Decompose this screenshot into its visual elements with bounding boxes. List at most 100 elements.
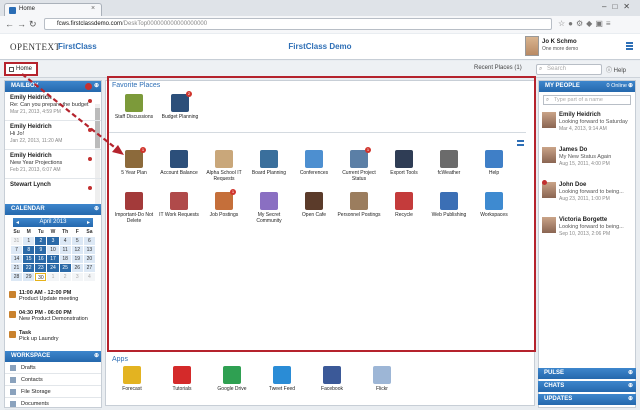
url-input[interactable]: fcws.firstclassdemo.com/DeskTop000000000… (44, 18, 552, 30)
tool-item[interactable]: Account Balance (157, 150, 201, 176)
panel-chats[interactable]: CHATS ⊕ (538, 381, 636, 392)
tool-item[interactable]: 1 Current Project Status (337, 147, 381, 182)
mail-item[interactable]: Emily Heidrich Re: Can you prepare the bu… (5, 92, 101, 121)
mailbox-header[interactable]: MAILBOX ⊕ (5, 81, 101, 92)
calendar-day[interactable]: 26 (71, 264, 83, 272)
user-avatar[interactable] (525, 36, 539, 56)
tool-item[interactable]: Workspaces (472, 192, 516, 218)
calendar-day[interactable]: 23 (35, 264, 47, 272)
favorite-place[interactable]: 2 Budget Planning (158, 91, 202, 120)
calendar-day[interactable]: 22 (23, 264, 35, 272)
calendar-day[interactable]: 6 (83, 237, 95, 245)
user-status[interactable]: One more demo (542, 46, 578, 52)
recent-places-button[interactable]: Recent Places (1) (474, 65, 522, 71)
browser-tab[interactable]: Home × (4, 3, 102, 16)
tool-item[interactable]: Recycle (382, 192, 426, 218)
tool-item[interactable]: Web Publishing (427, 192, 471, 218)
add-icon[interactable]: ⊕ (628, 395, 633, 402)
calendar-day[interactable]: 4 (83, 273, 95, 281)
calendar-header[interactable]: CALENDAR ⊕ (5, 204, 101, 215)
calendar-day[interactable]: 11 (59, 246, 71, 254)
add-icon[interactable]: ⊕ (628, 369, 633, 376)
close-tab-icon[interactable]: × (91, 5, 95, 12)
calendar-day[interactable]: 21 (11, 264, 23, 272)
calendar-day[interactable]: 24 (47, 264, 59, 272)
calendar-day[interactable]: 20 (83, 255, 95, 263)
calendar-day[interactable]: 4 (59, 237, 71, 245)
tool-item[interactable]: Personnel Postings (337, 192, 381, 218)
calendar-event[interactable]: Task Pick up Laundry (5, 327, 101, 347)
calendar-day[interactable]: 13 (83, 246, 95, 254)
calendar-day[interactable]: 29 (23, 273, 35, 281)
tool-item[interactable]: Help (472, 150, 516, 176)
calendar-event[interactable]: 11:00 AM - 12:00 PM Product Update meetin… (5, 287, 101, 307)
calendar-day[interactable]: 7 (11, 246, 23, 254)
view-options-icon[interactable] (517, 140, 524, 146)
tool-item[interactable]: fcWeather (427, 150, 471, 176)
window-controls[interactable]: –□✕ (602, 2, 636, 11)
calendar-day[interactable]: 28 (11, 273, 23, 281)
calendar-day[interactable]: 30 (35, 273, 47, 281)
calendar-day[interactable]: 16 (35, 255, 47, 263)
tool-item[interactable]: Conferences (292, 150, 336, 176)
tool-item[interactable]: Open Cafe (292, 192, 336, 218)
workspace-item[interactable]: File Storage (5, 386, 101, 398)
people-header[interactable]: MY PEOPLE 0 Online ⊕ (539, 81, 635, 92)
workspace-item[interactable]: Documents (5, 398, 101, 410)
calendar-day[interactable]: 14 (11, 255, 23, 263)
workspace-item[interactable]: Drafts (5, 362, 101, 374)
calendar-day[interactable]: 19 (71, 255, 83, 263)
tool-item[interactable]: 1 Job Postings (202, 189, 246, 218)
app-item[interactable]: Facebook (310, 366, 354, 392)
calendar-day[interactable]: 1 (47, 273, 59, 281)
calendar-day[interactable]: 2 (59, 273, 71, 281)
calendar-day[interactable]: 8 (23, 246, 35, 254)
add-icon[interactable]: ⊕ (94, 82, 99, 89)
app-item[interactable]: Forecast (110, 366, 154, 392)
person-item[interactable]: Victoria Borgette Looking forward to bein… (539, 213, 635, 248)
calendar-day[interactable]: 31 (11, 237, 23, 245)
main-menu-icon[interactable] (626, 42, 633, 50)
tool-item[interactable]: Alpha School IT Requests (202, 150, 246, 182)
tool-item[interactable]: 1 5 Year Plan (112, 147, 156, 176)
next-month-icon[interactable]: ▸ (87, 219, 90, 226)
reload-icon[interactable]: ↻ (29, 19, 37, 30)
workspace-header[interactable]: WORKSPACE ⊕ (5, 351, 101, 362)
calendar-event[interactable]: 04:30 PM - 06:00 PM New Product Demonstra… (5, 307, 101, 327)
calendar-day[interactable]: 2 (35, 237, 47, 245)
mail-item[interactable]: Emily Heidrich Hi Jo! Jan 22, 2013, 11:20 … (5, 121, 101, 150)
mail-item[interactable]: Emily Heidrich New Year Projections Feb 21… (5, 150, 101, 179)
calendar-day[interactable]: 5 (71, 237, 83, 245)
user-name[interactable]: Jo K Schmo (542, 39, 577, 45)
tool-item[interactable]: My Secret Community (247, 192, 291, 224)
tool-item[interactable]: Board Planning (247, 150, 291, 176)
help-button[interactable]: ⓘ Help (606, 65, 626, 74)
add-icon[interactable]: ⊕ (628, 382, 633, 389)
calendar-day[interactable]: 3 (47, 237, 59, 245)
panel-updates[interactable]: UPDATES ⊕ (538, 394, 636, 405)
home-button[interactable]: Home (4, 62, 38, 76)
people-search-input[interactable]: ⌕ Type part of a name (543, 95, 631, 105)
favorite-place[interactable]: Staff Discussions (112, 94, 156, 120)
calendar-day[interactable]: 1 (23, 237, 35, 245)
add-icon[interactable]: ⊕ (628, 82, 633, 89)
calendar-day[interactable]: 3 (71, 273, 83, 281)
search-input[interactable]: ⌕ Search (536, 64, 602, 75)
person-item[interactable]: James Do My New Status Again Aug 15, 2011,… (539, 143, 635, 178)
add-icon[interactable]: ⊕ (94, 205, 99, 212)
panel-pulse[interactable]: PULSE ⊕ (538, 368, 636, 379)
app-item[interactable]: Flickr (360, 366, 404, 392)
back-icon[interactable]: ← (5, 19, 14, 29)
app-item[interactable]: Tutorials (160, 366, 204, 392)
calendar-day[interactable]: 27 (83, 264, 95, 272)
app-item[interactable]: Google Drive (210, 366, 254, 392)
prev-month-icon[interactable]: ◂ (16, 219, 19, 226)
calendar-day[interactable]: 17 (47, 255, 59, 263)
calendar-day[interactable]: 9 (35, 246, 47, 254)
add-icon[interactable]: ⊕ (94, 352, 99, 359)
workspace-item[interactable]: Contacts (5, 374, 101, 386)
calendar-day[interactable]: 12 (71, 246, 83, 254)
calendar-day[interactable]: 18 (59, 255, 71, 263)
calendar-day[interactable]: 25 (59, 264, 71, 272)
person-item[interactable]: John Doe Looking forward to being... Aug 2… (539, 178, 635, 213)
